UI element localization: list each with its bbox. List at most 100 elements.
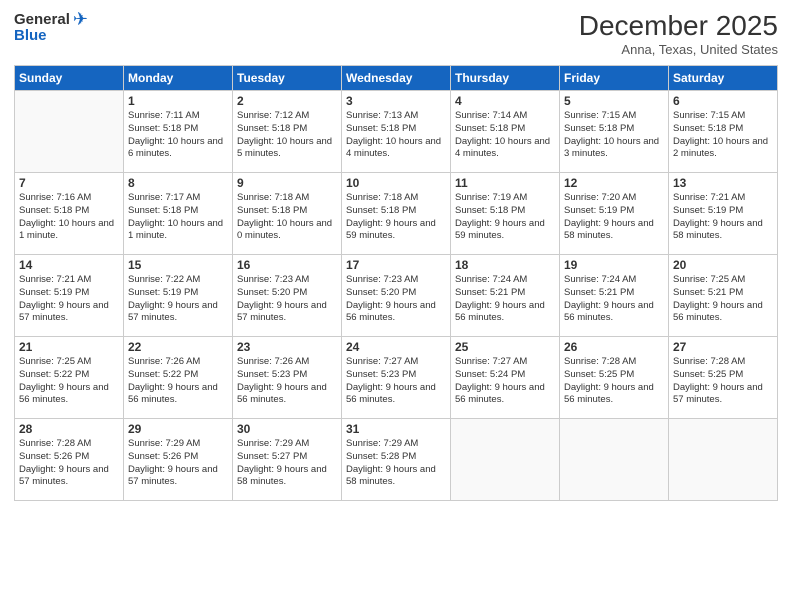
calendar-cell: 11 Sunrise: 7:19 AMSunset: 5:18 PMDayligh…	[451, 173, 560, 255]
day-number: 10	[346, 176, 446, 190]
cell-info: Sunrise: 7:18 AMSunset: 5:18 PMDaylight:…	[237, 192, 337, 243]
col-monday: Monday	[124, 66, 233, 91]
day-number: 4	[455, 94, 555, 108]
location-text: Anna, Texas, United States	[579, 42, 778, 57]
calendar-cell: 19 Sunrise: 7:24 AMSunset: 5:21 PMDayligh…	[560, 255, 669, 337]
calendar-cell: 2Sunrise: 7:12 AMSunset: 5:18 PMDaylight…	[233, 91, 342, 173]
cell-info: Sunrise: 7:25 AMSunset: 5:21 PMDaylight:…	[673, 274, 773, 325]
cell-info: Sunrise: 7:21 AMSunset: 5:19 PMDaylight:…	[673, 192, 773, 243]
day-number: 31	[346, 422, 446, 436]
logo-general-text: General	[14, 12, 70, 27]
day-number: 17	[346, 258, 446, 272]
day-number: 9	[237, 176, 337, 190]
day-number: 7	[19, 176, 119, 190]
logo-blue-text: Blue	[14, 28, 88, 43]
cell-info: Sunrise: 7:26 AMSunset: 5:23 PMDaylight:…	[237, 356, 337, 407]
calendar-cell: 26Sunrise: 7:28 AMSunset: 5:25 PMDayligh…	[560, 337, 669, 419]
day-number: 3	[346, 94, 446, 108]
calendar-cell: 14 Sunrise: 7:21 AMSunset: 5:19 PMDayligh…	[15, 255, 124, 337]
calendar-cell: 29 Sunrise: 7:29 AMSunset: 5:26 PMDayligh…	[124, 419, 233, 501]
day-number: 19	[564, 258, 664, 272]
day-number: 24	[346, 340, 446, 354]
calendar-cell: 7Sunrise: 7:16 AMSunset: 5:18 PMDaylight…	[15, 173, 124, 255]
calendar-week-row-1: 7Sunrise: 7:16 AMSunset: 5:18 PMDaylight…	[15, 173, 778, 255]
calendar-header-row: Sunday Monday Tuesday Wednesday Thursday…	[15, 66, 778, 91]
calendar-cell: 21 Sunrise: 7:25 AMSunset: 5:22 PMDayligh…	[15, 337, 124, 419]
day-number: 20	[673, 258, 773, 272]
day-number: 5	[564, 94, 664, 108]
cell-info: Sunrise: 7:29 AMSunset: 5:26 PMDaylight:…	[128, 438, 228, 489]
calendar-cell	[560, 419, 669, 501]
cell-info: Sunrise: 7:26 AMSunset: 5:22 PMDaylight:…	[128, 356, 228, 407]
day-number: 22	[128, 340, 228, 354]
calendar-cell: 23Sunrise: 7:26 AMSunset: 5:23 PMDayligh…	[233, 337, 342, 419]
cell-info: Sunrise: 7:24 AMSunset: 5:21 PMDaylight:…	[564, 274, 664, 325]
header: General ✈ Blue December 2025 Anna, Texas…	[14, 10, 778, 57]
cell-info: Sunrise: 7:29 AMSunset: 5:27 PMDaylight:…	[237, 438, 337, 489]
cell-info: Sunrise: 7:23 AMSunset: 5:20 PMDaylight:…	[237, 274, 337, 325]
cell-info: Sunrise: 7:23 AMSunset: 5:20 PMDaylight:…	[346, 274, 446, 325]
day-number: 29	[128, 422, 228, 436]
calendar-cell: 5 Sunrise: 7:15 AMSunset: 5:18 PMDaylight…	[560, 91, 669, 173]
calendar-cell: 24Sunrise: 7:27 AMSunset: 5:23 PMDayligh…	[342, 337, 451, 419]
month-title: December 2025	[579, 10, 778, 42]
logo-bird-icon: ✈	[73, 10, 88, 28]
calendar-cell: 9 Sunrise: 7:18 AMSunset: 5:18 PMDaylight…	[233, 173, 342, 255]
cell-info: Sunrise: 7:28 AMSunset: 5:25 PMDaylight:…	[564, 356, 664, 407]
cell-info: Sunrise: 7:20 AMSunset: 5:19 PMDaylight:…	[564, 192, 664, 243]
cell-info: Sunrise: 7:18 AMSunset: 5:18 PMDaylight:…	[346, 192, 446, 243]
cell-info: Sunrise: 7:19 AMSunset: 5:18 PMDaylight:…	[455, 192, 555, 243]
cell-info: Sunrise: 7:25 AMSunset: 5:22 PMDaylight:…	[19, 356, 119, 407]
day-number: 11	[455, 176, 555, 190]
cell-info: Sunrise: 7:17 AMSunset: 5:18 PMDaylight:…	[128, 192, 228, 243]
col-wednesday: Wednesday	[342, 66, 451, 91]
calendar-cell: 18Sunrise: 7:24 AMSunset: 5:21 PMDayligh…	[451, 255, 560, 337]
col-thursday: Thursday	[451, 66, 560, 91]
calendar-cell: 31 Sunrise: 7:29 AMSunset: 5:28 PMDayligh…	[342, 419, 451, 501]
calendar-cell: 6 Sunrise: 7:15 AMSunset: 5:18 PMDaylight…	[669, 91, 778, 173]
calendar-cell: 16 Sunrise: 7:23 AMSunset: 5:20 PMDayligh…	[233, 255, 342, 337]
calendar-cell: 25Sunrise: 7:27 AMSunset: 5:24 PMDayligh…	[451, 337, 560, 419]
cell-info: Sunrise: 7:22 AMSunset: 5:19 PMDaylight:…	[128, 274, 228, 325]
day-number: 1	[128, 94, 228, 108]
cell-info: Sunrise: 7:29 AMSunset: 5:28 PMDaylight:…	[346, 438, 446, 489]
calendar-week-row-4: 28Sunrise: 7:28 AMSunset: 5:26 PMDayligh…	[15, 419, 778, 501]
cell-info: Sunrise: 7:21 AMSunset: 5:19 PMDaylight:…	[19, 274, 119, 325]
title-area: December 2025 Anna, Texas, United States	[579, 10, 778, 57]
day-number: 16	[237, 258, 337, 272]
cell-info: Sunrise: 7:14 AMSunset: 5:18 PMDaylight:…	[455, 110, 555, 161]
calendar-cell	[15, 91, 124, 173]
col-friday: Friday	[560, 66, 669, 91]
day-number: 6	[673, 94, 773, 108]
calendar-cell: 8 Sunrise: 7:17 AMSunset: 5:18 PMDaylight…	[124, 173, 233, 255]
day-number: 8	[128, 176, 228, 190]
calendar-cell: 12Sunrise: 7:20 AMSunset: 5:19 PMDayligh…	[560, 173, 669, 255]
calendar-cell: 13Sunrise: 7:21 AMSunset: 5:19 PMDayligh…	[669, 173, 778, 255]
day-number: 28	[19, 422, 119, 436]
day-number: 27	[673, 340, 773, 354]
day-number: 14	[19, 258, 119, 272]
calendar-table: Sunday Monday Tuesday Wednesday Thursday…	[14, 65, 778, 501]
calendar-cell: 4 Sunrise: 7:14 AMSunset: 5:18 PMDaylight…	[451, 91, 560, 173]
calendar-cell: 27 Sunrise: 7:28 AMSunset: 5:25 PMDayligh…	[669, 337, 778, 419]
cell-info: Sunrise: 7:28 AMSunset: 5:25 PMDaylight:…	[673, 356, 773, 407]
calendar-cell: 15 Sunrise: 7:22 AMSunset: 5:19 PMDayligh…	[124, 255, 233, 337]
col-sunday: Sunday	[15, 66, 124, 91]
calendar-cell	[451, 419, 560, 501]
day-number: 18	[455, 258, 555, 272]
cell-info: Sunrise: 7:27 AMSunset: 5:24 PMDaylight:…	[455, 356, 555, 407]
logo: General ✈ Blue	[14, 10, 88, 43]
calendar-week-row-2: 14 Sunrise: 7:21 AMSunset: 5:19 PMDayligh…	[15, 255, 778, 337]
calendar-cell: 3Sunrise: 7:13 AMSunset: 5:18 PMDaylight…	[342, 91, 451, 173]
cell-info: Sunrise: 7:11 AMSunset: 5:18 PMDaylight:…	[128, 110, 228, 161]
cell-info: Sunrise: 7:15 AMSunset: 5:18 PMDaylight:…	[673, 110, 773, 161]
day-number: 21	[19, 340, 119, 354]
day-number: 15	[128, 258, 228, 272]
calendar-cell: 17 Sunrise: 7:23 AMSunset: 5:20 PMDayligh…	[342, 255, 451, 337]
cell-info: Sunrise: 7:15 AMSunset: 5:18 PMDaylight:…	[564, 110, 664, 161]
calendar-cell: 1 Sunrise: 7:11 AMSunset: 5:18 PMDaylight…	[124, 91, 233, 173]
calendar-cell: 28Sunrise: 7:28 AMSunset: 5:26 PMDayligh…	[15, 419, 124, 501]
day-number: 2	[237, 94, 337, 108]
calendar-cell: 30Sunrise: 7:29 AMSunset: 5:27 PMDayligh…	[233, 419, 342, 501]
calendar-cell: 10 Sunrise: 7:18 AMSunset: 5:18 PMDayligh…	[342, 173, 451, 255]
